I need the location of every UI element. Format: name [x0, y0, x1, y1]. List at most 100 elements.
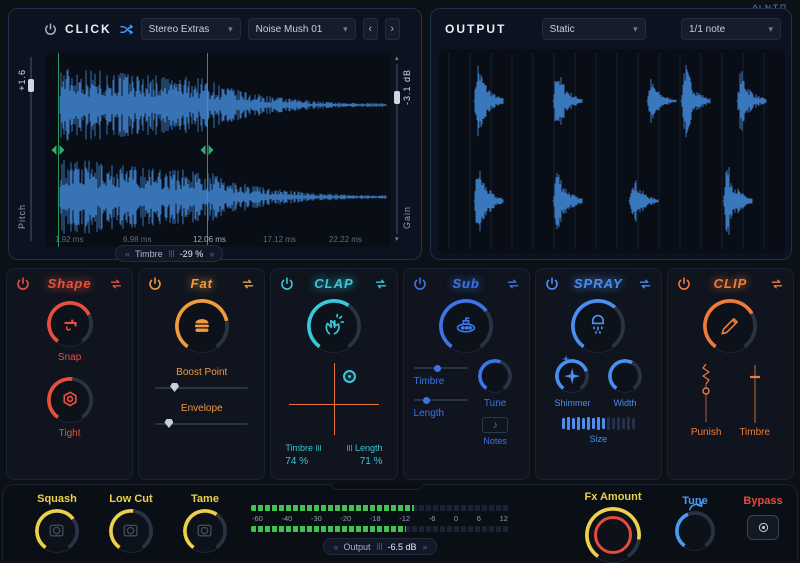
module-shape: Shape Snap Tight [6, 268, 134, 480]
meter-scale: -60 -40 -30 -20 -18 -12 -6 0 6 12 [252, 514, 508, 523]
bypass-label: Bypass [743, 495, 783, 507]
preset-prev-button[interactable]: ‹ [362, 18, 378, 40]
sub-length-handle[interactable] [423, 396, 431, 404]
snap-knob[interactable] [46, 301, 93, 347]
sub-knob[interactable] [439, 299, 494, 353]
punish-slider[interactable] [698, 361, 714, 425]
clip-knob[interactable] [703, 299, 758, 353]
time-label: 6.98 ms [123, 235, 152, 244]
sub-length-label: Length [413, 408, 445, 419]
click-timbre-control[interactable]: « Timbre -29 % » [115, 245, 224, 262]
gain-slider[interactable]: ▴ ▾ -3.1 dB Gain [393, 55, 421, 243]
chevron-down-icon: ▾ [633, 23, 638, 34]
click-waveform-display[interactable]: 1.92 ms 6.98 ms 12.06 ms 17.12 ms 22.22 … [45, 53, 391, 247]
sparkle-icon [555, 359, 589, 393]
pencil-icon [703, 299, 757, 353]
size-slider[interactable] [536, 417, 661, 430]
clip-timbre-slider[interactable] [747, 361, 763, 425]
cycle-presets-icon[interactable] [769, 276, 785, 292]
scale-tick: 12 [499, 514, 508, 523]
spray-knob[interactable] [571, 299, 626, 353]
sub-timbre-slider[interactable] [413, 364, 468, 372]
notes-toggle[interactable]: ♪ [482, 417, 509, 433]
envelope-handle[interactable] [164, 419, 174, 428]
timbre-decrement[interactable]: « [125, 249, 130, 259]
clap-timbre-value: 74 % [285, 456, 309, 467]
chevron-down-icon: ▾ [343, 23, 348, 34]
cycle-presets-icon[interactable] [373, 276, 389, 292]
output-rate-dropdown[interactable]: 1/1 note ▾ [681, 18, 781, 40]
clap-timbre-readout: Timbre 74 % [285, 443, 322, 467]
output-gain-control[interactable]: « Output -6.5 dB » [323, 538, 437, 555]
output-label: Output [343, 541, 371, 552]
tune-knob[interactable] [478, 359, 513, 393]
preset-bank-dropdown[interactable]: Stereo Extras ▾ [140, 18, 241, 40]
boost-point-handle[interactable] [170, 383, 180, 392]
cycle-presets-icon[interactable] [637, 276, 653, 292]
power-icon[interactable] [15, 276, 31, 292]
output-meter: -60 -40 -30 -20 -18 -12 -6 0 6 12 « Outp… [251, 505, 509, 555]
clap-knob[interactable] [306, 299, 361, 353]
pitch-slider[interactable]: +1.6 Pitch [17, 55, 43, 243]
bypass-button[interactable] [747, 515, 779, 540]
length-marker-handle[interactable] [200, 145, 214, 155]
clap-length-readout: Length 71 % [346, 443, 383, 467]
start-marker-handle[interactable] [51, 145, 65, 155]
faucet-icon [47, 301, 93, 347]
cycle-presets-icon[interactable] [505, 276, 521, 292]
gain-down-icon[interactable]: ▾ [395, 236, 399, 243]
power-icon[interactable] [279, 276, 295, 292]
pitch-bend-arrow-icon [687, 499, 705, 513]
output-increment[interactable]: » [423, 542, 428, 552]
clap-length-value: 71 % [359, 456, 383, 467]
power-icon[interactable] [676, 276, 692, 292]
clap-timbre-label: Timbre [285, 443, 314, 453]
power-icon[interactable] [147, 276, 163, 292]
pitch-handle[interactable] [28, 79, 34, 93]
clap-xy-pad[interactable] [287, 359, 380, 439]
timbre-slider-icon [168, 250, 174, 257]
scale-tick: -6 [428, 514, 436, 523]
module-clip: CLIP Punish Timbre [666, 268, 795, 480]
xy-horizontal-axis [289, 403, 379, 405]
squash-knob[interactable] [35, 509, 79, 553]
fx-amount-knob[interactable] [585, 507, 641, 563]
envelope-slider[interactable]: Envelope [155, 403, 249, 428]
master-tune-knob[interactable] [675, 511, 715, 551]
module-clap: CLAP Timbre 74 % Length 71 % [270, 268, 398, 480]
time-label: 22.22 ms [329, 235, 362, 244]
gain-label: Gain [401, 205, 412, 229]
shuffle-icon[interactable] [119, 22, 134, 37]
preset-name-value: Noise Mush 01 [255, 23, 323, 35]
module-title: Sub [452, 276, 480, 291]
panel-notch [331, 484, 423, 490]
cycle-presets-icon[interactable] [240, 276, 256, 292]
gain-up-icon[interactable]: ▴ [395, 55, 399, 62]
power-icon[interactable] [544, 276, 560, 292]
preset-name-dropdown[interactable]: Noise Mush 01 ▾ [247, 18, 356, 40]
output-decrement[interactable]: « [333, 542, 338, 552]
timbre-increment[interactable]: » [209, 249, 214, 259]
sub-length-slider[interactable] [413, 396, 468, 404]
fx-knob-inner-ring [594, 516, 632, 554]
preset-next-button[interactable]: › [384, 18, 400, 40]
fat-knob[interactable] [174, 299, 229, 353]
preset-bank-value: Stereo Extras [148, 23, 210, 35]
click-power-button[interactable] [43, 22, 58, 37]
gain-handle[interactable] [393, 91, 400, 105]
tight-knob[interactable] [46, 377, 93, 423]
shimmer-knob[interactable] [555, 359, 590, 393]
cycle-presets-icon[interactable] [108, 276, 124, 292]
power-icon[interactable] [412, 276, 428, 292]
boost-point-slider[interactable]: Boost Point [155, 367, 249, 392]
chevron-down-icon: ▾ [228, 23, 233, 34]
click-panel: CLICK Stereo Extras ▾ Noise Mush 01 ▾ ‹ … [8, 8, 422, 262]
xy-cursor[interactable] [343, 370, 357, 384]
width-knob[interactable] [608, 359, 643, 393]
meter-bar-right [251, 526, 509, 532]
lowcut-knob[interactable] [109, 509, 153, 553]
sub-timbre-handle[interactable] [434, 364, 442, 372]
output-mode-dropdown[interactable]: Static ▾ [541, 18, 646, 40]
burger-icon [175, 299, 229, 353]
tame-knob[interactable] [183, 509, 227, 553]
